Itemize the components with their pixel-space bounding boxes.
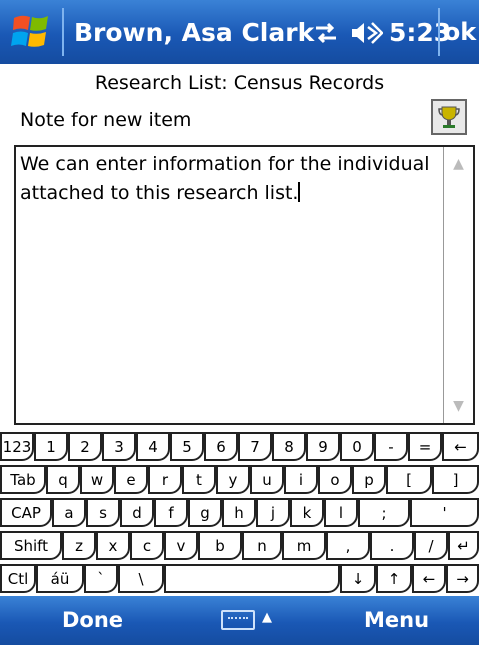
key-j[interactable]: j [256,498,290,527]
key-3[interactable]: 3 [102,432,136,461]
key-period[interactable]: . [370,531,414,560]
key-e[interactable]: e [114,465,148,494]
key-z[interactable]: z [62,531,96,560]
key-equals[interactable]: = [408,432,442,461]
key-slash[interactable]: / [414,531,448,560]
key-up-arrow[interactable]: ↑ [376,564,412,593]
key-8[interactable]: 8 [272,432,306,461]
key-m[interactable]: m [282,531,326,560]
key-k[interactable]: k [290,498,324,527]
key-s[interactable]: s [86,498,120,527]
key-2[interactable]: 2 [68,432,102,461]
key-w[interactable]: w [80,465,114,494]
key-backspace[interactable]: ← [442,432,479,461]
key-enter[interactable]: ↵ [448,531,479,560]
title-separator [62,8,64,56]
ok-button[interactable]: ok [443,12,477,52]
key-0[interactable]: 0 [340,432,374,461]
title-bar: Brown, Asa Clark 5:23 ok [0,0,479,64]
scroll-down-icon[interactable]: ▼ [444,389,473,423]
clock[interactable]: 5:23 [389,18,451,47]
connectivity-icon[interactable] [312,20,340,46]
key-close-bracket[interactable]: ] [432,465,479,494]
key-backslash[interactable]: \ [118,564,164,593]
keyboard-row-home: CAP a s d f g h j k l ; ' [0,498,479,529]
keyboard-row-bottom: Ctl áü ` \ ↓ ↑ ← → [0,564,479,595]
key-r[interactable]: r [148,465,182,494]
key-1[interactable]: 1 [34,432,68,461]
keyboard-row-qwerty: Tab q w e r t y u i o p [ ] [0,465,479,496]
key-minus[interactable]: - [374,432,408,461]
key-u[interactable]: u [250,465,284,494]
note-trophy-icon[interactable] [431,99,467,135]
key-tab[interactable]: Tab [0,465,46,494]
key-right-arrow[interactable]: → [446,564,479,593]
key-down-arrow[interactable]: ↓ [340,564,376,593]
key-space[interactable] [164,564,340,593]
key-accents[interactable]: áü [36,564,84,593]
key-comma[interactable]: , [326,531,370,560]
vertical-scrollbar[interactable]: ▲ ▼ [443,147,473,423]
key-n[interactable]: n [242,531,282,560]
bottom-menu-bar: Done ▲ Menu [0,596,479,645]
text-caret [298,182,301,202]
note-textarea[interactable]: We can enter information for the individ… [14,145,475,425]
key-caps[interactable]: CAP [0,498,52,527]
windows-start-icon[interactable] [10,10,56,54]
key-6[interactable]: 6 [204,432,238,461]
key-123[interactable]: 123 [0,432,34,461]
key-l[interactable]: l [324,498,358,527]
scroll-up-icon[interactable]: ▲ [444,147,473,181]
menu-button[interactable]: Menu [364,608,429,632]
note-label: Note for new item [20,109,192,131]
key-backtick[interactable]: ` [84,564,118,593]
keyboard-row-shift: Shift z x c v b n m , . / ↵ [0,531,479,562]
key-t[interactable]: t [182,465,216,494]
key-open-bracket[interactable]: [ [386,465,432,494]
window-title: Brown, Asa Clark [74,18,315,47]
key-a[interactable]: a [52,498,86,527]
key-9[interactable]: 9 [306,432,340,461]
key-shift[interactable]: Shift [0,531,62,560]
title-separator [438,8,440,56]
key-x[interactable]: x [96,531,130,560]
key-i[interactable]: i [284,465,318,494]
key-5[interactable]: 5 [170,432,204,461]
key-left-arrow[interactable]: ← [412,564,446,593]
key-q[interactable]: q [46,465,80,494]
key-o[interactable]: o [318,465,352,494]
done-button[interactable]: Done [62,608,123,632]
key-quote[interactable]: ' [410,498,479,527]
key-7[interactable]: 7 [238,432,272,461]
input-method-arrow-icon[interactable]: ▲ [262,610,272,625]
note-text: We can enter information for the individ… [20,153,430,204]
key-y[interactable]: y [216,465,250,494]
key-b[interactable]: b [198,531,242,560]
key-g[interactable]: g [188,498,222,527]
soft-keyboard: 123 1 2 3 4 5 6 7 8 9 0 - = ← Tab q w e … [0,429,479,596]
keyboard-row-numbers: 123 1 2 3 4 5 6 7 8 9 0 - = ← [0,432,479,463]
volume-icon[interactable] [349,19,383,47]
key-c[interactable]: c [130,531,164,560]
key-ctrl[interactable]: Ctl [0,564,36,593]
key-h[interactable]: h [222,498,256,527]
key-v[interactable]: v [164,531,198,560]
key-semicolon[interactable]: ; [358,498,410,527]
key-f[interactable]: f [154,498,188,527]
key-p[interactable]: p [352,465,386,494]
trophy-icon [438,106,460,128]
key-d[interactable]: d [120,498,154,527]
keyboard-toggle-icon[interactable] [221,610,255,630]
key-4[interactable]: 4 [136,432,170,461]
page-title: Research List: Census Records [94,72,385,94]
